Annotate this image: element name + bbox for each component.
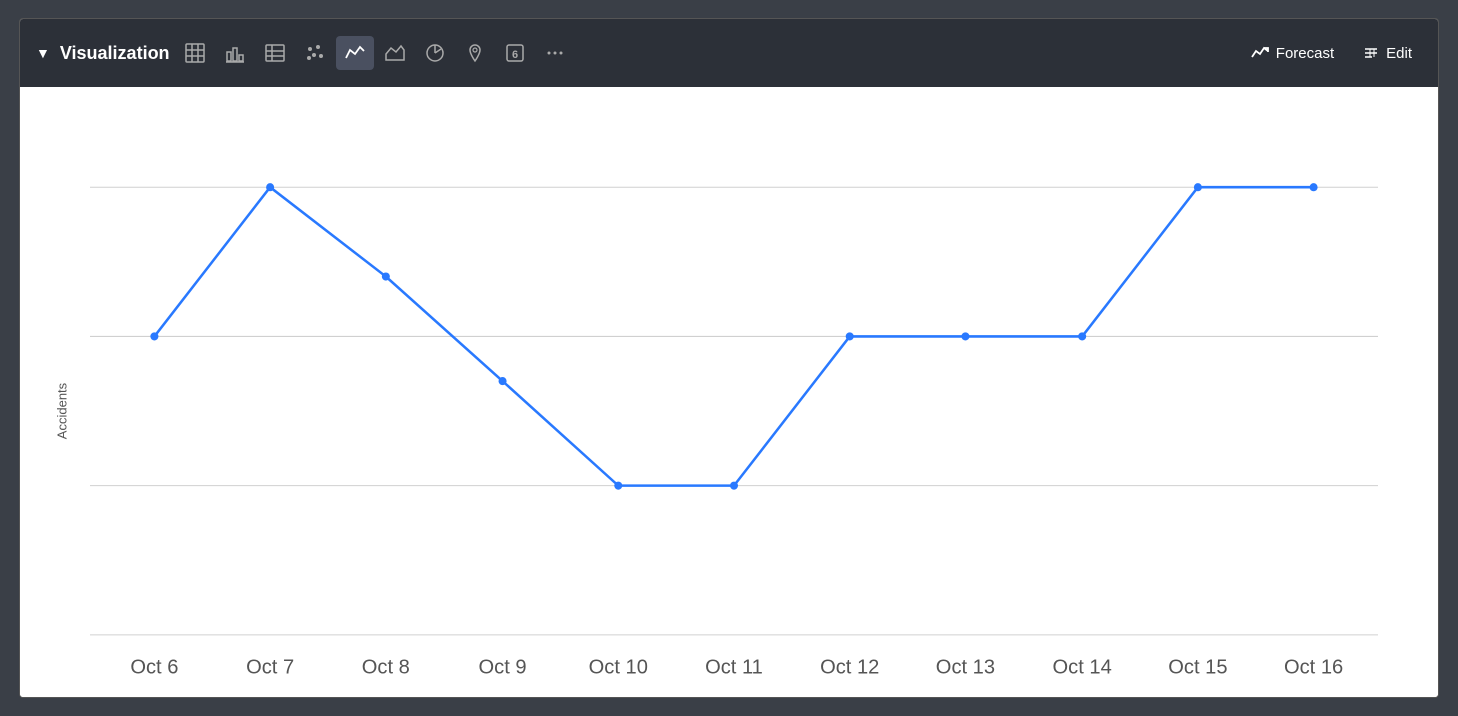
data-point-oct6 (150, 332, 158, 340)
svg-text:Oct 16: Oct 16 (1284, 656, 1343, 675)
svg-text:Oct 7: Oct 7 (246, 656, 294, 675)
scatter-icon-btn[interactable] (296, 36, 334, 70)
data-point-oct14 (1078, 332, 1086, 340)
gantt-icon-btn[interactable] (256, 36, 294, 70)
data-point-oct7 (266, 183, 274, 191)
collapse-icon[interactable]: ▼ (36, 45, 50, 61)
svg-text:Oct 15: Oct 15 (1168, 656, 1227, 675)
toolbar-left: ▼ Visualization (36, 36, 1236, 70)
area-chart-icon-btn[interactable] (376, 36, 414, 70)
line-chart: 0 1 2 3 Oct 6 Oct 7 Oct 8 Oct 9 Oct 10 O… (90, 107, 1378, 676)
table-icon-btn[interactable] (176, 36, 214, 70)
data-point-oct9 (499, 377, 507, 385)
data-point-oct8 (382, 272, 390, 280)
data-point-oct15 (1194, 183, 1202, 191)
data-point-oct12 (846, 332, 854, 340)
panel-title: Visualization (60, 43, 170, 64)
svg-text:Oct 13: Oct 13 (936, 656, 995, 675)
forecast-button[interactable]: Forecast (1240, 37, 1344, 69)
toolbar-right: Forecast Edit (1240, 37, 1422, 69)
visualization-panel: ▼ Visualization (19, 18, 1439, 698)
edit-button[interactable]: Edit (1352, 38, 1422, 68)
number-icon-btn[interactable]: 6 (496, 36, 534, 70)
data-point-oct11 (730, 482, 738, 490)
pie-chart-icon-btn[interactable] (416, 36, 454, 70)
chart-area: Accidents Event Date 0 1 2 3 Oct 6 Oct 7… (20, 87, 1438, 698)
data-point-oct13 (961, 332, 969, 340)
svg-text:6: 6 (512, 49, 518, 61)
line-chart-icon-btn[interactable] (336, 36, 374, 70)
more-icon-btn[interactable] (536, 36, 574, 70)
svg-text:Oct 11: Oct 11 (705, 656, 763, 675)
svg-text:Oct 12: Oct 12 (820, 656, 879, 675)
svg-text:Oct 9: Oct 9 (479, 656, 527, 675)
toolbar-icons: 6 (176, 36, 574, 70)
svg-text:Oct 8: Oct 8 (362, 656, 410, 675)
svg-text:Oct 6: Oct 6 (130, 656, 178, 675)
map-icon-btn[interactable] (456, 36, 494, 70)
svg-text:Oct 10: Oct 10 (589, 656, 648, 675)
y-axis-label: Accidents (55, 383, 70, 439)
svg-text:Oct 14: Oct 14 (1053, 656, 1112, 675)
bar-chart-icon-btn[interactable] (216, 36, 254, 70)
data-point-oct16 (1310, 183, 1318, 191)
data-point-oct10 (614, 482, 622, 490)
toolbar: ▼ Visualization (20, 19, 1438, 87)
